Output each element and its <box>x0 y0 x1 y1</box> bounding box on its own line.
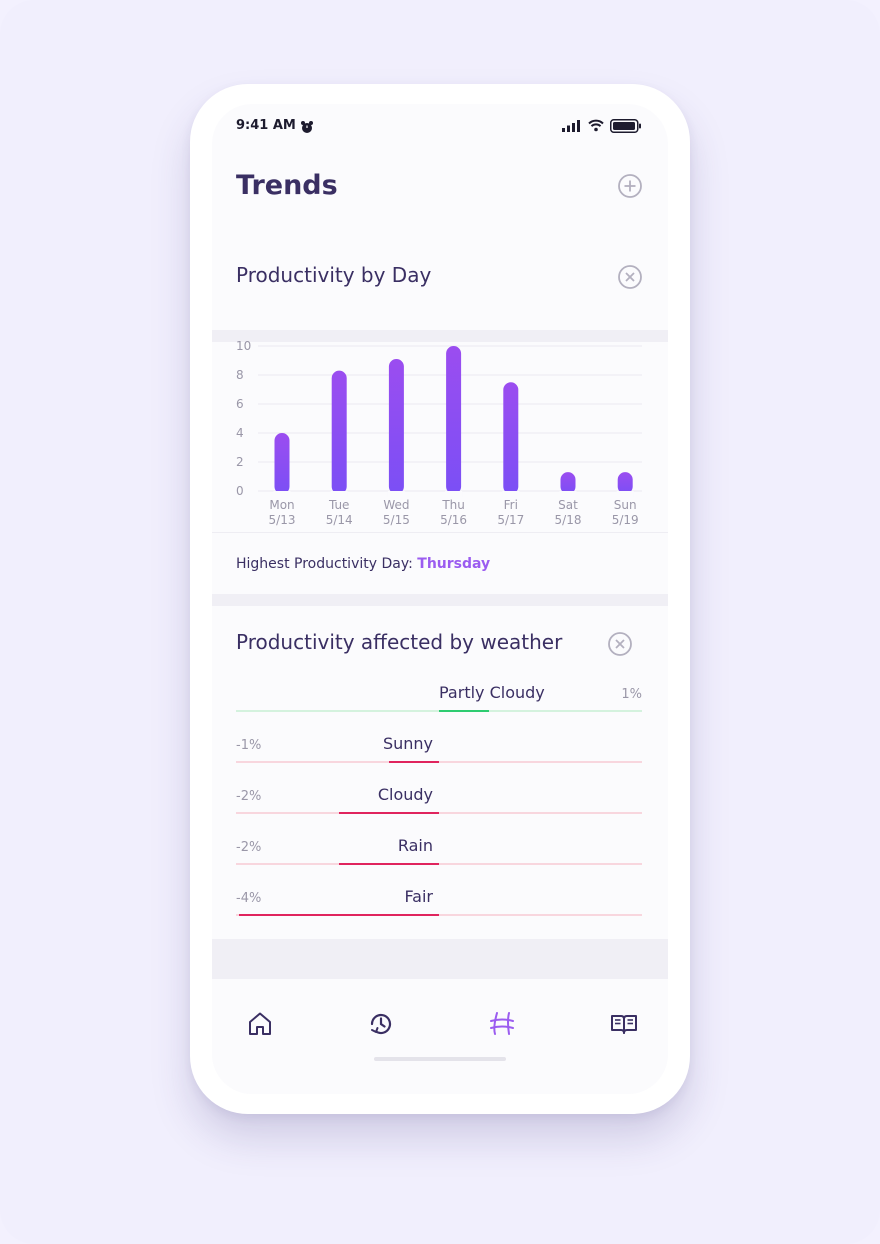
bar-base-mask <box>445 491 463 497</box>
wifi-icon <box>588 119 604 132</box>
alarm-icon <box>301 121 313 133</box>
highest-productivity-value: Thursday <box>417 556 491 572</box>
y-axis-ticks: 0 2 4 6 8 10 <box>236 339 251 498</box>
bar-wed <box>388 359 404 494</box>
weather-impact-bar <box>339 812 439 814</box>
weather-track <box>236 812 642 814</box>
phone-frame: 9:41 AM Trends Productivity by Day 0 2 4… <box>190 84 690 1114</box>
card-separator <box>212 532 668 533</box>
x-axis-labels: Mon5/13Tue5/14Wed5/15Thu5/16Fri5/17Sat5/… <box>269 498 639 526</box>
home-icon[interactable] <box>245 1009 275 1039</box>
x-day-label: Sat <box>558 498 578 512</box>
weather-label: Cloudy <box>377 785 433 804</box>
close-circle-icon[interactable] <box>607 631 633 657</box>
highest-productivity-label: Highest Productivity Day: <box>236 556 418 572</box>
x-day-label: Tue <box>328 498 350 512</box>
weather-value: -2% <box>236 840 262 855</box>
x-date-label: 5/18 <box>555 513 582 526</box>
y-tick-label: 8 <box>236 368 244 382</box>
plus-circle-icon[interactable] <box>617 173 643 199</box>
weather-card-title: Productivity affected by weather <box>236 630 563 654</box>
close-circle-icon[interactable] <box>617 264 643 290</box>
y-tick-label: 2 <box>236 455 244 469</box>
section-divider <box>212 939 668 979</box>
section-divider <box>212 594 668 606</box>
weather-row: Partly Cloudy 1% <box>236 672 642 712</box>
status-time: 9:41 AM <box>236 118 296 133</box>
x-date-label: 5/15 <box>383 513 410 526</box>
y-tick-label: 6 <box>236 397 244 411</box>
tab-bar <box>212 979 668 1094</box>
signal-icon <box>562 120 580 132</box>
x-day-label: Sun <box>614 498 637 512</box>
bar-base-mask <box>273 491 291 497</box>
history-clock-icon[interactable] <box>366 1009 396 1039</box>
weather-row: Fair -4% <box>236 876 642 916</box>
weather-impact-bar <box>389 761 439 763</box>
highest-productivity-summary: Highest Productivity Day: Thursday <box>236 556 490 572</box>
bar-sun <box>617 472 633 494</box>
weather-impact-bar <box>439 710 489 712</box>
x-day-label: Thu <box>441 498 465 512</box>
phone-screen: 9:41 AM Trends Productivity by Day 0 2 4… <box>212 104 668 1094</box>
weather-label: Fair <box>404 887 433 906</box>
weather-track <box>236 761 642 763</box>
weather-row: Rain -2% <box>236 825 642 865</box>
weather-value: -1% <box>236 738 262 753</box>
y-tick-label: 4 <box>236 426 244 440</box>
y-tick-label: 0 <box>236 484 244 498</box>
bar-base-mask <box>502 491 520 497</box>
x-date-label: 5/16 <box>440 513 467 526</box>
weather-label: Sunny <box>382 734 433 753</box>
y-tick-label: 10 <box>236 339 251 353</box>
x-date-label: 5/13 <box>269 513 296 526</box>
bar-tue <box>331 370 347 494</box>
x-day-label: Mon <box>269 498 294 512</box>
status-bar: 9:41 AM <box>212 104 668 150</box>
x-day-label: Wed <box>383 498 409 512</box>
weather-label: Rain <box>397 836 433 855</box>
x-day-label: Fri <box>504 498 518 512</box>
bar-base-mask <box>559 491 577 497</box>
weather-impact-bar <box>339 863 439 865</box>
x-date-label: 5/14 <box>326 513 353 526</box>
page-title: Trends <box>236 170 338 201</box>
bar-base-mask <box>330 491 348 497</box>
weather-value: 1% <box>621 687 642 702</box>
productivity-card-title: Productivity by Day <box>236 263 432 287</box>
weather-impact-bar <box>239 914 439 916</box>
bar-base-mask <box>387 491 405 497</box>
weather-track <box>236 863 642 865</box>
x-date-label: 5/19 <box>612 513 639 526</box>
productivity-bar-chart: 0 2 4 6 8 10 Mon 5/13 Tue 5/14 Wed 5/15 Thu 5/16 Fri 5… <box>236 326 642 526</box>
bar-mon <box>274 433 290 494</box>
bar-thu <box>446 346 462 494</box>
bar-sat <box>560 472 576 494</box>
book-icon[interactable] <box>609 1009 639 1039</box>
x-date-label: 5/17 <box>497 513 524 526</box>
weather-label: Partly Cloudy <box>439 683 545 702</box>
chart-canvas: 0246810 Mon5/13Tue5/14Wed5/15Thu5/16Fri5… <box>236 339 642 526</box>
weather-row: Sunny -1% <box>236 723 642 763</box>
battery-icon <box>610 119 641 133</box>
weather-value: -2% <box>236 789 262 804</box>
bar-fri <box>503 382 519 494</box>
chart-bars <box>273 346 634 497</box>
weather-row: Cloudy -2% <box>236 774 642 814</box>
bar-base-mask <box>616 491 634 497</box>
weather-value: -4% <box>236 891 262 906</box>
home-indicator[interactable] <box>374 1057 506 1061</box>
trends-icon[interactable] <box>487 1009 517 1039</box>
